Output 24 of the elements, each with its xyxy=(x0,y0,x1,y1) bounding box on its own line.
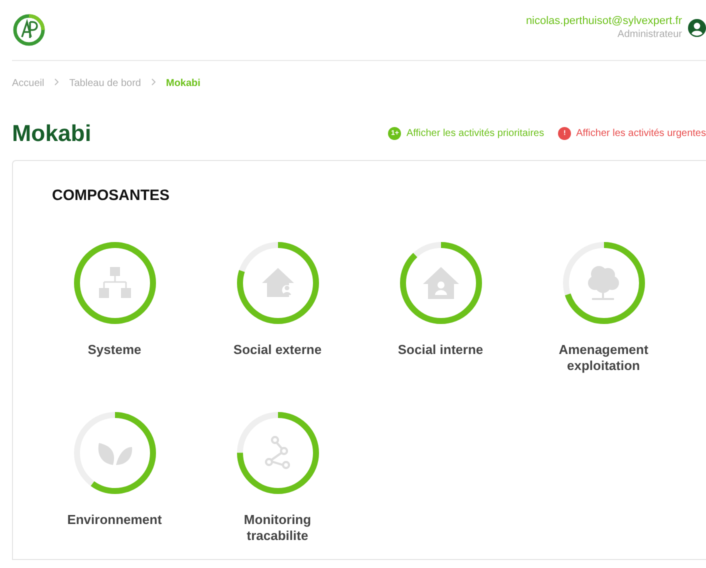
logo-icon[interactable] xyxy=(12,13,46,47)
house-person-icon xyxy=(422,267,458,299)
chevron-icon xyxy=(54,78,60,86)
component-label: Environnement xyxy=(66,512,163,528)
component-label: Amenagement exploitation xyxy=(558,342,650,374)
section-title: COMPOSANTES xyxy=(52,187,171,204)
filter-link[interactable]: Afficher les activités prioritaires xyxy=(406,128,544,138)
component-label: Social interne xyxy=(396,342,484,358)
route-icon xyxy=(264,436,290,470)
chevron-icon xyxy=(150,78,156,86)
leaves-icon xyxy=(98,443,132,465)
user-icon[interactable] xyxy=(688,19,706,37)
page-title: Mokabi xyxy=(12,120,92,146)
component-label: Monitoring tracabilite xyxy=(242,512,312,544)
hierarchy-icon xyxy=(98,267,130,298)
user-email[interactable]: nicolas.perthuisot@sylvexpert.fr xyxy=(526,14,682,28)
user-role: Administrateur xyxy=(616,28,682,42)
component-label: Systeme xyxy=(86,342,142,358)
filter-link[interactable]: Afficher les activités urgentes xyxy=(576,128,706,138)
component-label: Social externe xyxy=(232,342,323,358)
trees-icon xyxy=(588,266,618,300)
breadcrumb-link[interactable]: Accueil xyxy=(12,78,44,88)
breadcrumb-link[interactable]: Tableau de bord xyxy=(69,78,141,88)
house-person-icon xyxy=(262,268,294,297)
